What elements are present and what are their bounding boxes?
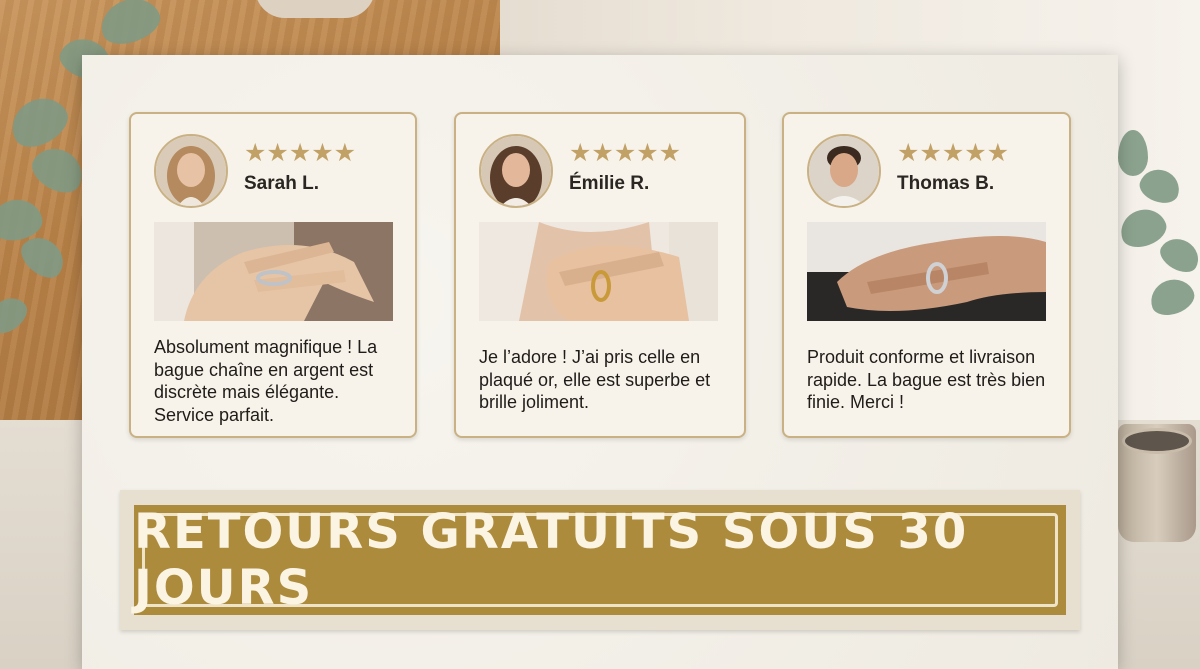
review-card-sarah: ★★★★★ Sarah L. Absolument magnifique ! L…: [129, 112, 417, 438]
reviewer-name: Thomas B.: [897, 173, 995, 194]
rating-stars: ★★★★★: [244, 138, 357, 167]
avatar: [807, 134, 881, 208]
avatar: [479, 134, 553, 208]
ceramic-cup: [1118, 424, 1196, 542]
banner-text: RETOURS GRATUITS SOUS 30 JOURS: [134, 504, 969, 616]
reviewer-name: Sarah L.: [244, 173, 319, 194]
review-text: Produit conforme et livraison rapide. La…: [807, 347, 1046, 412]
rating-stars: ★★★★★: [569, 138, 682, 167]
rating-stars: ★★★★★: [897, 138, 1010, 167]
product-photo: [807, 222, 1046, 321]
ceramic-bowl: [255, 0, 375, 18]
avatar: [154, 134, 228, 208]
product-photo: [479, 222, 718, 321]
review-text: Je l’adore ! J’ai pris celle en plaqué o…: [479, 347, 711, 412]
review-card-emilie: ★★★★★ Émilie R. Je l’adore ! J’ai pris c…: [454, 112, 746, 438]
free-returns-banner: RETOURS GRATUITS SOUS 30 JOURS: [120, 490, 1080, 630]
review-text: Absolument magnifique ! La bague chaîne …: [154, 337, 378, 425]
product-photo: [154, 222, 393, 321]
reviewer-name: Émilie R.: [569, 173, 650, 194]
banner-label: RETOURS GRATUITS SOUS 30 JOURS: [134, 504, 1066, 616]
review-card-thomas: ★★★★★ Thomas B. Produit conforme et livr…: [782, 112, 1071, 438]
